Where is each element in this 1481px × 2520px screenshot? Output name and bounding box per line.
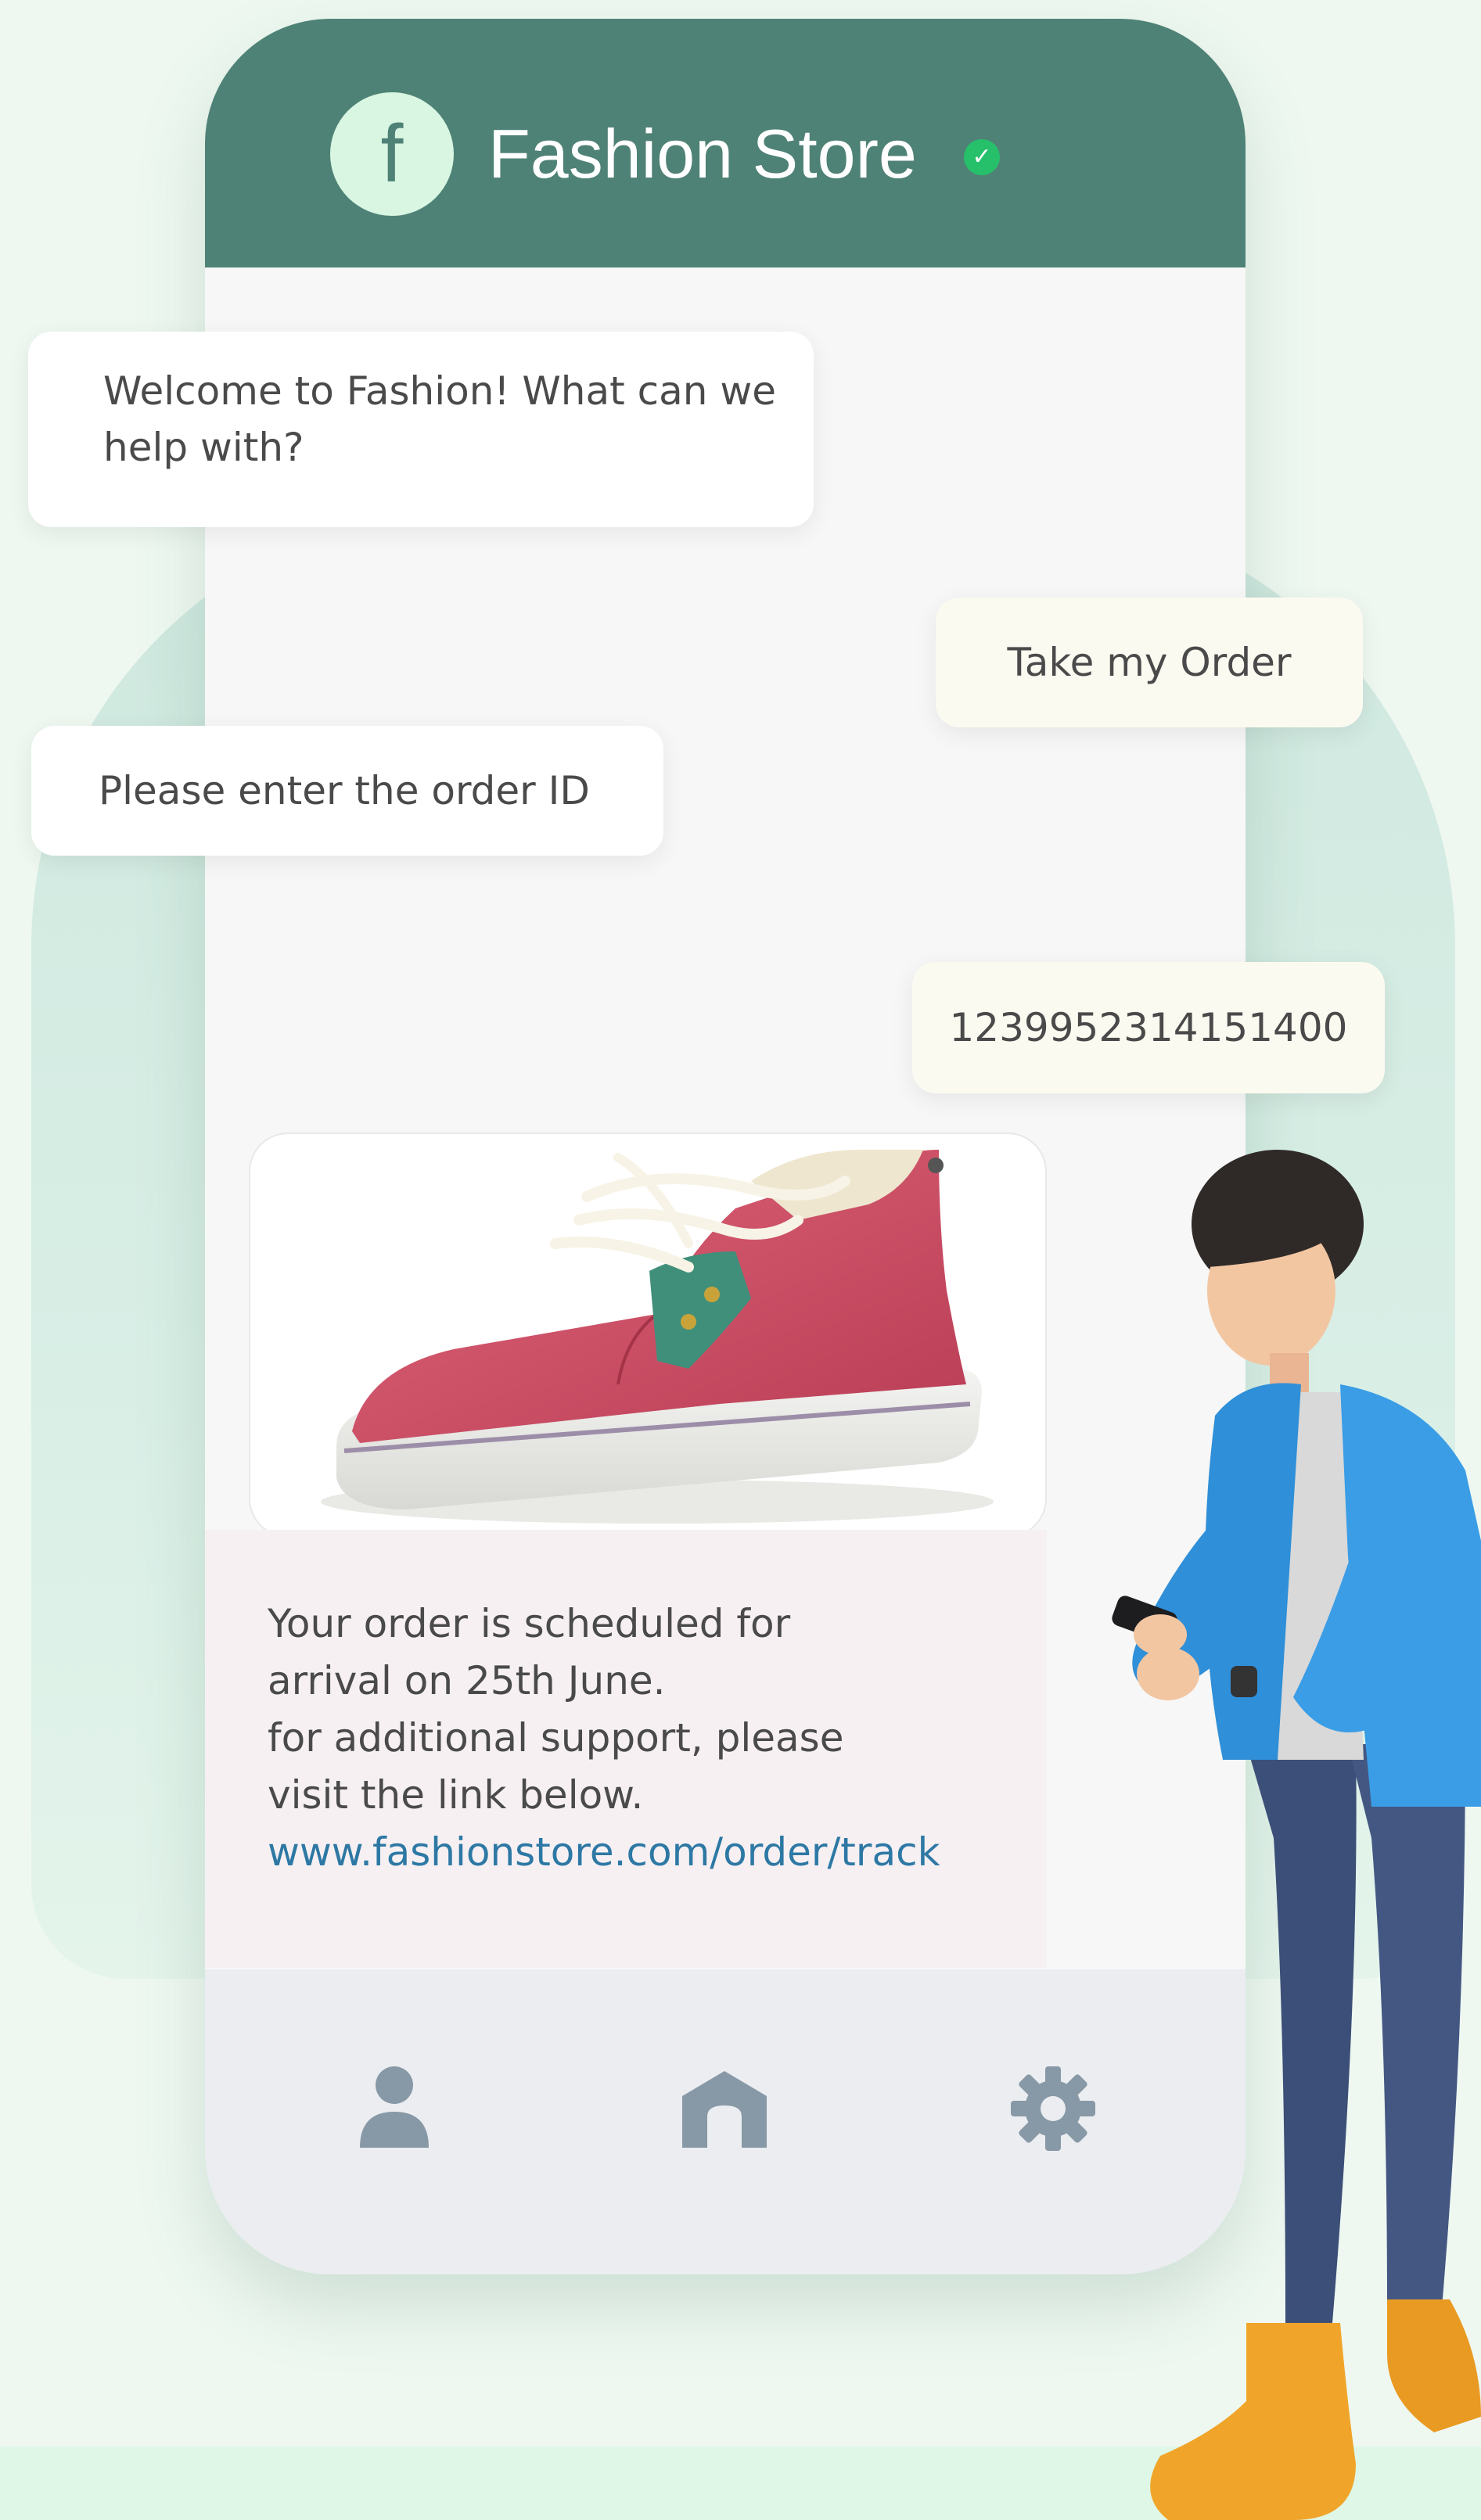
user-message-take-order: Take my Order [936, 598, 1363, 727]
order-status-message: Your order is scheduled for arrival on 2… [205, 1530, 1047, 1968]
verified-badge-icon: ✓ [964, 139, 1000, 175]
bot-message-welcome: Welcome to Fashion! What can we help wit… [28, 332, 814, 527]
order-line-3: for additional support, please [268, 1715, 844, 1761]
home-icon[interactable] [678, 2062, 771, 2156]
chat-header: f Fashion Store ✓ [205, 19, 1246, 267]
user-message-order-number: 1239952314151400 [912, 962, 1385, 1093]
shoe-image [321, 1150, 994, 1524]
order-line-4: visit the link below. [268, 1772, 644, 1818]
gear-icon[interactable] [1006, 2062, 1100, 2156]
store-name: Fashion Store [488, 115, 917, 192]
order-line-2: arrival on 25th June. [268, 1658, 666, 1703]
user-icon[interactable] [347, 2062, 441, 2156]
product-image-card[interactable] [249, 1133, 1047, 1538]
store-logo-icon: f [330, 92, 454, 216]
character-illustration [1112, 1150, 1481, 2520]
bot-message-order-id: Please enter the order ID [31, 726, 663, 856]
order-line-1: Your order is scheduled for [268, 1601, 791, 1646]
order-track-link[interactable]: www.fashionstore.com/order/track [268, 1824, 1047, 1881]
